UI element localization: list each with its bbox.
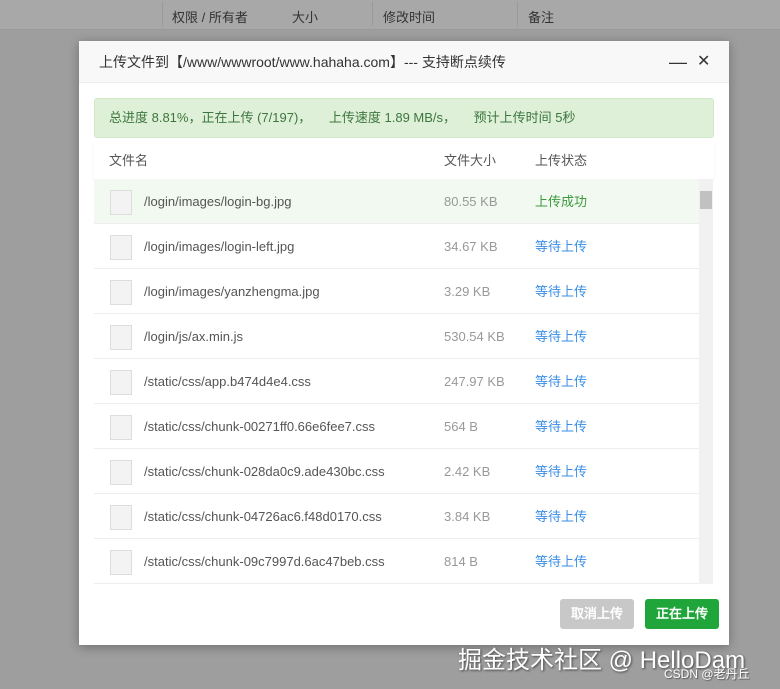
file-status: 上传成功	[535, 194, 588, 209]
file-row: /login/images/login-bg.jpg 80.55 KB 上传成功	[94, 179, 699, 224]
file-row: /static/css/chunk-04726ac6.f48d0170.css …	[94, 494, 699, 539]
file-icon	[110, 235, 132, 260]
uploading-button[interactable]: 正在上传	[645, 599, 720, 629]
file-row: /login/images/yanzhengma.jpg 3.29 KB 等待上…	[94, 269, 699, 314]
scrollbar-thumb[interactable]	[700, 191, 712, 209]
file-row: /login/js/ax.min.js 530.54 KB 等待上传	[94, 314, 699, 359]
upload-speed: 上传速度 1.89 MB/s，	[328, 110, 457, 125]
file-status: 等待上传	[535, 329, 588, 344]
file-size: 247.97 KB	[444, 374, 505, 389]
file-size: 3.84 KB	[444, 509, 491, 524]
eta: 预计上传时间 5秒	[473, 110, 576, 125]
divider	[517, 2, 518, 26]
file-icon	[110, 460, 132, 485]
file-size: 80.55 KB	[444, 194, 498, 209]
file-size: 814 B	[444, 554, 478, 569]
file-table-header: 文件名 文件大小 上传状态	[94, 141, 714, 179]
file-name: /login/images/yanzhengma.jpg	[144, 284, 320, 299]
file-row: /login/images/login-left.jpg 34.67 KB 等待…	[94, 224, 699, 269]
header-modified: 修改时间	[383, 10, 436, 25]
scrollbar[interactable]	[699, 179, 713, 584]
watermark-sub: CSDN @老丹丘	[664, 667, 750, 681]
cancel-upload-button[interactable]: 取消上传	[560, 599, 635, 629]
col-name: 文件名	[109, 153, 149, 168]
file-icon	[110, 280, 132, 305]
file-name: /static/css/chunk-028da0c9.ade430bc.css	[144, 464, 385, 479]
file-status: 等待上传	[535, 554, 588, 569]
file-name: /static/css/chunk-00271ff0.66e6fee7.css	[144, 419, 376, 434]
header-size: 大小	[292, 10, 319, 25]
file-row: /static/css/chunk-028da0c9.ade430bc.css …	[94, 449, 699, 494]
file-status: 等待上传	[535, 374, 588, 389]
file-status: 等待上传	[535, 284, 588, 299]
divider	[372, 2, 373, 26]
divider	[162, 2, 163, 26]
file-row: /static/css/chunk-00271ff0.66e6fee7.css …	[94, 404, 699, 449]
minimize-icon[interactable]: —	[669, 41, 687, 83]
file-row: /static/css/chunk-09c7997d.6ac47beb.css …	[94, 539, 699, 584]
file-name: /static/css/app.b474d4e4.css	[144, 374, 311, 389]
file-name: /login/js/ax.min.js	[144, 329, 243, 344]
header-remark: 备注	[528, 10, 555, 25]
file-name: /static/css/chunk-04726ac6.f48d0170.css	[144, 509, 382, 524]
background-table-header: 权限 / 所有者 大小 修改时间 备注	[0, 0, 780, 30]
file-status: 等待上传	[535, 509, 588, 524]
file-icon	[110, 325, 132, 350]
total-progress: 总进度 8.81%，正在上传 (7/197)，	[109, 110, 312, 125]
file-icon	[110, 550, 132, 575]
file-icon	[110, 190, 132, 215]
file-status: 等待上传	[535, 464, 588, 479]
file-status: 等待上传	[535, 419, 588, 434]
file-icon	[110, 505, 132, 530]
file-name: /login/images/login-left.jpg	[144, 239, 295, 254]
file-size: 3.29 KB	[444, 284, 491, 299]
col-size: 文件大小	[444, 153, 497, 168]
file-size: 2.42 KB	[444, 464, 491, 479]
dialog-title-bar: 上传文件到【/www/wwwroot/www.hahaha.com】--- 支持…	[79, 41, 729, 83]
file-name: /static/css/chunk-09c7997d.6ac47beb.css	[144, 554, 385, 569]
file-icon	[110, 370, 132, 395]
file-name: /login/images/login-bg.jpg	[144, 194, 292, 209]
file-row: /static/css/app.b474d4e4.css 247.97 KB 等…	[94, 359, 699, 404]
upload-dialog: 上传文件到【/www/wwwroot/www.hahaha.com】--- 支持…	[79, 41, 729, 645]
file-size: 530.54 KB	[444, 329, 505, 344]
file-list[interactable]: /login/images/login-bg.jpg 80.55 KB 上传成功…	[94, 179, 714, 584]
close-icon[interactable]: ✕	[697, 41, 710, 83]
col-status: 上传状态	[535, 153, 588, 168]
progress-banner: 总进度 8.81%，正在上传 (7/197)， 上传速度 1.89 MB/s， …	[94, 98, 714, 138]
header-permission: 权限 / 所有者	[172, 10, 248, 25]
file-icon	[110, 415, 132, 440]
file-size: 34.67 KB	[444, 239, 498, 254]
dialog-title: 上传文件到【/www/wwwroot/www.hahaha.com】--- 支持…	[99, 54, 506, 70]
file-status: 等待上传	[535, 239, 588, 254]
file-size: 564 B	[444, 419, 478, 434]
